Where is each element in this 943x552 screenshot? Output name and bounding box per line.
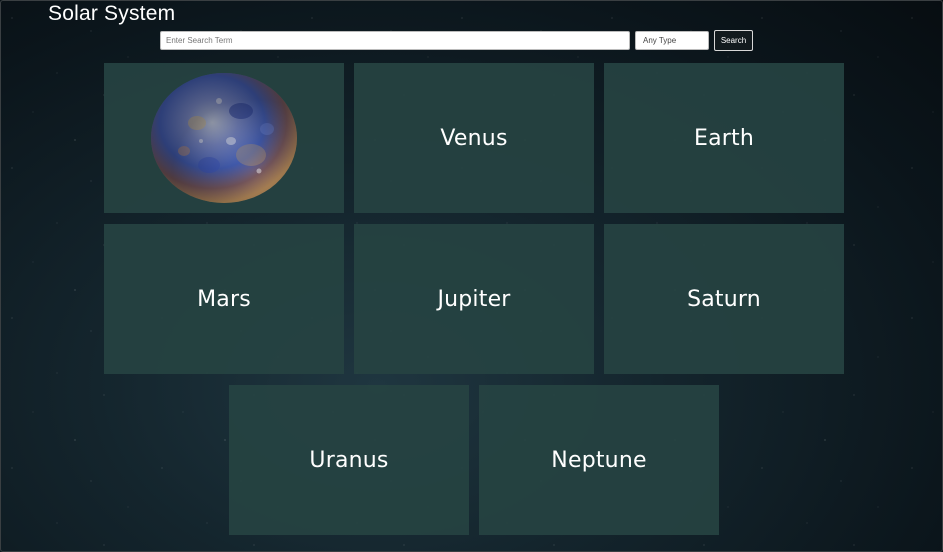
planet-label: Earth [694, 125, 754, 151]
search-input[interactable] [160, 31, 630, 50]
type-select[interactable]: Any Type [635, 31, 709, 50]
search-button[interactable]: Search [714, 30, 753, 51]
planet-card-saturn[interactable]: Saturn [604, 224, 844, 374]
type-select-value: Any Type [643, 36, 677, 45]
planet-label: Neptune [551, 447, 647, 473]
planet-card-mercury[interactable] [104, 63, 344, 213]
planet-card-mars[interactable]: Mars [104, 224, 344, 374]
mercury-planet-image [151, 73, 297, 203]
planet-label: Saturn [687, 286, 761, 312]
planet-card-uranus[interactable]: Uranus [229, 385, 469, 535]
planet-label: Jupiter [437, 286, 511, 312]
search-bar: Any Type Search [160, 30, 753, 51]
planet-label: Mars [197, 286, 251, 312]
planet-card-jupiter[interactable]: Jupiter [354, 224, 594, 374]
page-title: Solar System [48, 2, 176, 25]
planet-card-venus[interactable]: Venus [354, 63, 594, 213]
planet-card-neptune[interactable]: Neptune [479, 385, 719, 535]
planet-label: Venus [440, 125, 508, 151]
planet-card-earth[interactable]: Earth [604, 63, 844, 213]
planet-label: Uranus [309, 447, 389, 473]
